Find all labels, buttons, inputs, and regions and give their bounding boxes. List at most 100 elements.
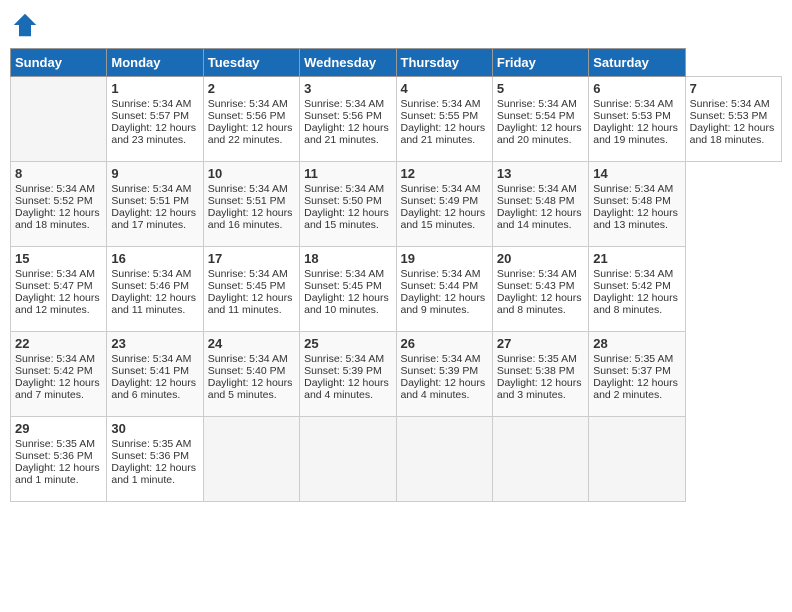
calendar-cell: [492, 417, 588, 502]
day-number: 13: [497, 166, 584, 181]
daylight-text: Daylight: 12 hours and 17 minutes.: [111, 207, 196, 231]
sunset-text: Sunset: 5:39 PM: [304, 365, 382, 377]
daylight-text: Daylight: 12 hours and 21 minutes.: [401, 122, 486, 146]
daylight-text: Daylight: 12 hours and 5 minutes.: [208, 377, 293, 401]
week-row-3: 15Sunrise: 5:34 AMSunset: 5:47 PMDayligh…: [11, 247, 782, 332]
sunset-text: Sunset: 5:36 PM: [15, 450, 93, 462]
sunrise-text: Sunrise: 5:34 AM: [497, 98, 577, 110]
sunset-text: Sunset: 5:42 PM: [15, 365, 93, 377]
sunset-text: Sunset: 5:55 PM: [401, 110, 479, 122]
daylight-text: Daylight: 12 hours and 23 minutes.: [111, 122, 196, 146]
day-number: 8: [15, 166, 102, 181]
day-number: 25: [304, 336, 391, 351]
sunrise-text: Sunrise: 5:35 AM: [15, 438, 95, 450]
calendar-cell: 22Sunrise: 5:34 AMSunset: 5:42 PMDayligh…: [11, 332, 107, 417]
calendar-cell: 10Sunrise: 5:34 AMSunset: 5:51 PMDayligh…: [203, 162, 299, 247]
day-number: 4: [401, 81, 488, 96]
calendar-cell: 20Sunrise: 5:34 AMSunset: 5:43 PMDayligh…: [492, 247, 588, 332]
sunset-text: Sunset: 5:53 PM: [690, 110, 768, 122]
page-header: [10, 10, 782, 40]
col-header-saturday: Saturday: [589, 49, 685, 77]
week-row-1: 1Sunrise: 5:34 AMSunset: 5:57 PMDaylight…: [11, 77, 782, 162]
sunset-text: Sunset: 5:51 PM: [111, 195, 189, 207]
daylight-text: Daylight: 12 hours and 15 minutes.: [304, 207, 389, 231]
sunset-text: Sunset: 5:52 PM: [15, 195, 93, 207]
sunset-text: Sunset: 5:39 PM: [401, 365, 479, 377]
sunrise-text: Sunrise: 5:34 AM: [15, 353, 95, 365]
calendar-cell: 26 Sunrise: 5:34 AMSunset: 5:39 PMDayligh…: [396, 332, 492, 417]
day-number: 15: [15, 251, 102, 266]
calendar-cell: 24Sunrise: 5:34 AMSunset: 5:40 PMDayligh…: [203, 332, 299, 417]
sunset-text: Sunset: 5:50 PM: [304, 195, 382, 207]
sunset-text: Sunset: 5:44 PM: [401, 280, 479, 292]
sunrise-text: Sunrise: 5:34 AM: [593, 268, 673, 280]
calendar-cell: 25Sunrise: 5:34 AMSunset: 5:39 PMDayligh…: [300, 332, 396, 417]
sunset-text: Sunset: 5:51 PM: [208, 195, 286, 207]
daylight-text: Daylight: 12 hours and 20 minutes.: [497, 122, 582, 146]
calendar-cell: 15Sunrise: 5:34 AMSunset: 5:47 PMDayligh…: [11, 247, 107, 332]
daylight-text: Daylight: 12 hours and 2 minutes.: [593, 377, 678, 401]
sunset-text: Sunset: 5:45 PM: [304, 280, 382, 292]
day-number: 14: [593, 166, 680, 181]
logo: [10, 10, 44, 40]
calendar-cell: 11 Sunrise: 5:34 AMSunset: 5:50 PMDayligh…: [300, 162, 396, 247]
daylight-text: Daylight: 12 hours and 9 minutes.: [401, 292, 486, 316]
day-number: 7: [690, 81, 777, 96]
calendar-cell: 4Sunrise: 5:34 AMSunset: 5:55 PMDaylight…: [396, 77, 492, 162]
daylight-text: Daylight: 12 hours and 14 minutes.: [497, 207, 582, 231]
daylight-text: Daylight: 12 hours and 22 minutes.: [208, 122, 293, 146]
daylight-text: Daylight: 12 hours and 10 minutes.: [304, 292, 389, 316]
calendar-cell: 23Sunrise: 5:34 AMSunset: 5:41 PMDayligh…: [107, 332, 203, 417]
day-number: 26: [401, 336, 488, 351]
daylight-text: Daylight: 12 hours and 7 minutes.: [15, 377, 100, 401]
calendar-cell: [396, 417, 492, 502]
col-header-wednesday: Wednesday: [300, 49, 396, 77]
week-row-2: 8Sunrise: 5:34 AMSunset: 5:52 PMDaylight…: [11, 162, 782, 247]
calendar-cell: [11, 77, 107, 162]
sunset-text: Sunset: 5:54 PM: [497, 110, 575, 122]
calendar-table: SundayMondayTuesdayWednesdayThursdayFrid…: [10, 48, 782, 502]
daylight-text: Daylight: 12 hours and 18 minutes.: [15, 207, 100, 231]
col-header-thursday: Thursday: [396, 49, 492, 77]
sunrise-text: Sunrise: 5:34 AM: [208, 98, 288, 110]
daylight-text: Daylight: 12 hours and 19 minutes.: [593, 122, 678, 146]
col-header-sunday: Sunday: [11, 49, 107, 77]
sunset-text: Sunset: 5:56 PM: [304, 110, 382, 122]
week-row-5: 29Sunrise: 5:35 AMSunset: 5:36 PMDayligh…: [11, 417, 782, 502]
sunset-text: Sunset: 5:57 PM: [111, 110, 189, 122]
daylight-text: Daylight: 12 hours and 21 minutes.: [304, 122, 389, 146]
day-number: 19: [401, 251, 488, 266]
week-row-4: 22Sunrise: 5:34 AMSunset: 5:42 PMDayligh…: [11, 332, 782, 417]
sunset-text: Sunset: 5:45 PM: [208, 280, 286, 292]
sunset-text: Sunset: 5:43 PM: [497, 280, 575, 292]
daylight-text: Daylight: 12 hours and 4 minutes.: [304, 377, 389, 401]
day-number: 9: [111, 166, 198, 181]
sunset-text: Sunset: 5:42 PM: [593, 280, 671, 292]
sunrise-text: Sunrise: 5:34 AM: [690, 98, 770, 110]
sunrise-text: Sunrise: 5:35 AM: [111, 438, 191, 450]
sunrise-text: Sunrise: 5:34 AM: [15, 183, 95, 195]
calendar-cell: 16Sunrise: 5:34 AMSunset: 5:46 PMDayligh…: [107, 247, 203, 332]
sunrise-text: Sunrise: 5:34 AM: [304, 183, 384, 195]
daylight-text: Daylight: 12 hours and 13 minutes.: [593, 207, 678, 231]
calendar-cell: 1Sunrise: 5:34 AMSunset: 5:57 PMDaylight…: [107, 77, 203, 162]
sunrise-text: Sunrise: 5:34 AM: [15, 268, 95, 280]
sunset-text: Sunset: 5:48 PM: [497, 195, 575, 207]
daylight-text: Daylight: 12 hours and 6 minutes.: [111, 377, 196, 401]
day-number: 1: [111, 81, 198, 96]
sunset-text: Sunset: 5:40 PM: [208, 365, 286, 377]
daylight-text: Daylight: 12 hours and 4 minutes.: [401, 377, 486, 401]
calendar-cell: 12Sunrise: 5:34 AMSunset: 5:49 PMDayligh…: [396, 162, 492, 247]
sunrise-text: Sunrise: 5:34 AM: [593, 98, 673, 110]
calendar-cell: [300, 417, 396, 502]
daylight-text: Daylight: 12 hours and 11 minutes.: [111, 292, 196, 316]
sunrise-text: Sunrise: 5:34 AM: [401, 183, 481, 195]
day-number: 11: [304, 166, 391, 181]
sunset-text: Sunset: 5:38 PM: [497, 365, 575, 377]
day-number: 6: [593, 81, 680, 96]
day-number: 24: [208, 336, 295, 351]
logo-icon: [10, 10, 40, 40]
sunset-text: Sunset: 5:36 PM: [111, 450, 189, 462]
sunrise-text: Sunrise: 5:34 AM: [401, 353, 481, 365]
sunrise-text: Sunrise: 5:34 AM: [208, 183, 288, 195]
